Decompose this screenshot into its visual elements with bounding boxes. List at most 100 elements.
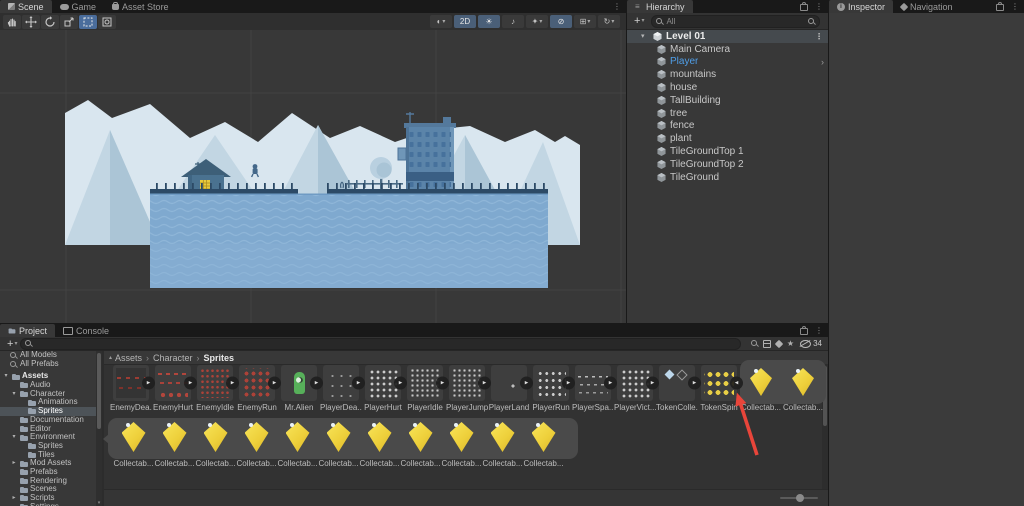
asset-item[interactable]: PlayerDea...: [320, 364, 365, 412]
sprite-expand-toggle[interactable]: [478, 376, 491, 390]
gem-sprite-thumbnail[interactable]: [240, 421, 274, 455]
asset-thumbnail[interactable]: [659, 365, 701, 401]
view-tab[interactable]: Game: [52, 0, 105, 13]
gem-sprite-thumbnail[interactable]: [117, 421, 151, 455]
sprite-expand-toggle[interactable]: [436, 376, 449, 390]
scene-view-toggle[interactable]: ◐ ▾: [430, 15, 452, 28]
asset-thumbnail[interactable]: [281, 365, 323, 401]
add-asset-button[interactable]: + ▾: [4, 338, 20, 349]
asset-item[interactable]: PlayerIdle: [404, 364, 449, 412]
foldout-arrow-icon[interactable]: ▾: [10, 433, 18, 442]
tab-project[interactable]: Project: [0, 324, 56, 337]
scene-view-toggle[interactable]: ☀ ▾: [478, 15, 500, 28]
sprite-expand-toggle[interactable]: [688, 376, 701, 390]
favorites-search-item[interactable]: All Prefabs: [0, 359, 96, 369]
asset-thumbnail[interactable]: [575, 365, 617, 401]
hierarchy-item[interactable]: TileGroundTop 2: [627, 158, 828, 171]
breadcrumb-item[interactable]: Character: [142, 353, 193, 363]
asset-thumbnail[interactable]: [617, 365, 659, 401]
tab-navigation[interactable]: Navigation: [893, 0, 961, 13]
scene-view-toggle[interactable]: ⊘ ▾: [550, 15, 572, 28]
rect-tool[interactable]: [79, 14, 97, 29]
asset-item[interactable]: PlayerLand: [488, 364, 533, 412]
asset-thumbnail[interactable]: [491, 365, 533, 401]
asset-thumbnail[interactable]: [365, 365, 407, 401]
asset-item[interactable]: PlayerRun: [530, 364, 575, 412]
gem-sprite-thumbnail[interactable]: [281, 421, 315, 455]
asset-item[interactable]: Collectab...: [482, 421, 523, 468]
gem-sprite-thumbnail[interactable]: [363, 421, 397, 455]
package-icon[interactable]: [762, 339, 771, 348]
asset-item[interactable]: Collectab...: [359, 421, 400, 468]
sprite-expand-toggle[interactable]: [142, 376, 155, 390]
hidden-packages-count[interactable]: 34: [800, 339, 824, 348]
asset-item[interactable]: EnemyIdle: [194, 364, 239, 412]
gem-sprite-thumbnail[interactable]: [404, 421, 438, 455]
scene-root-row[interactable]: ▾ Level 01 ⋮: [627, 30, 828, 43]
asset-thumbnail[interactable]: [743, 365, 779, 401]
asset-thumbnail[interactable]: [323, 365, 365, 401]
kebab-menu-icon[interactable]: ⋮: [810, 0, 828, 13]
asset-item[interactable]: PlayerHurt: [362, 364, 407, 412]
view-tab[interactable]: Asset Store: [104, 0, 177, 13]
asset-thumbnail[interactable]: [785, 365, 821, 401]
tab-inspector[interactable]: Inspector: [829, 0, 894, 13]
asset-item[interactable]: Collectab...: [782, 364, 824, 412]
asset-item[interactable]: EnemyDea...: [110, 364, 155, 412]
foldout-arrow-icon[interactable]: ▾: [10, 390, 18, 399]
move-tool[interactable]: [22, 14, 40, 29]
sprite-expand-toggle[interactable]: [562, 376, 575, 390]
asset-item[interactable]: Collectab...: [277, 421, 318, 468]
asset-item[interactable]: Mr.Alien: [278, 364, 323, 412]
kebab-menu-icon[interactable]: ⋮: [815, 32, 828, 41]
add-object-button[interactable]: + ▾: [631, 16, 647, 27]
scene-view-toggle[interactable]: ✦ ▾: [526, 15, 548, 28]
scene-view-toggle[interactable]: ↻ ▾: [598, 15, 620, 28]
foldout-arrow-icon[interactable]: ▾: [641, 32, 649, 40]
scene-view-toggle[interactable]: ⊞ ▾: [574, 15, 596, 28]
label-icon[interactable]: [774, 339, 784, 348]
view-tab[interactable]: Scene: [0, 0, 52, 13]
sprite-expand-toggle[interactable]: [730, 376, 743, 390]
hierarchy-item[interactable]: house: [627, 81, 828, 94]
gem-sprite-thumbnail[interactable]: [158, 421, 192, 455]
asset-item[interactable]: Collectab...: [441, 421, 482, 468]
sprite-expand-toggle[interactable]: [268, 376, 281, 390]
asset-item[interactable]: EnemyRun: [236, 364, 281, 412]
asset-item[interactable]: PlayerSpa...: [572, 364, 617, 412]
hierarchy-search-input[interactable]: All: [651, 14, 820, 28]
kebab-menu-icon[interactable]: ⋮: [608, 0, 626, 13]
sprite-expand-toggle[interactable]: [184, 376, 197, 390]
lock-icon[interactable]: [800, 326, 808, 335]
scale-tool[interactable]: [60, 14, 78, 29]
thumbnail-size-slider[interactable]: [780, 494, 818, 502]
asset-item[interactable]: Collectab...: [400, 421, 441, 468]
rotate-tool[interactable]: [41, 14, 59, 29]
hierarchy-item[interactable]: tree: [627, 107, 828, 120]
sprite-expand-toggle[interactable]: [352, 376, 365, 390]
asset-item[interactable]: TokenSpin: [698, 364, 743, 412]
hierarchy-item[interactable]: TileGroundTop 1: [627, 145, 828, 158]
lock-icon[interactable]: [996, 2, 1004, 11]
gem-sprite-thumbnail[interactable]: [445, 421, 479, 455]
kebab-menu-icon[interactable]: ⋮: [810, 324, 828, 337]
scene-view-toggle[interactable]: 2D ▾: [454, 15, 476, 28]
asset-thumbnail[interactable]: [113, 365, 155, 401]
foldout-arrow-icon[interactable]: ▾: [2, 372, 10, 381]
sprite-expand-toggle[interactable]: [226, 376, 239, 390]
hierarchy-item[interactable]: Player ›: [627, 56, 828, 69]
asset-item[interactable]: Collectab...: [154, 421, 195, 468]
asset-thumbnail[interactable]: [197, 365, 239, 401]
scene-view-toggle[interactable]: ♪ ▾: [502, 15, 524, 28]
asset-item[interactable]: PlayerVict...: [614, 364, 659, 412]
asset-item[interactable]: Collectab...: [236, 421, 277, 468]
asset-thumbnail[interactable]: [155, 365, 197, 401]
scene-canvas[interactable]: [0, 30, 626, 323]
gem-sprite-thumbnail[interactable]: [527, 421, 561, 455]
asset-thumbnail[interactable]: [407, 365, 449, 401]
sprite-expand-toggle[interactable]: [310, 376, 323, 390]
asset-item[interactable]: Collectab...: [195, 421, 236, 468]
asset-item[interactable]: Collectab...: [318, 421, 359, 468]
hierarchy-item[interactable]: Main Camera: [627, 43, 828, 56]
asset-item[interactable]: EnemyHurt: [152, 364, 197, 412]
